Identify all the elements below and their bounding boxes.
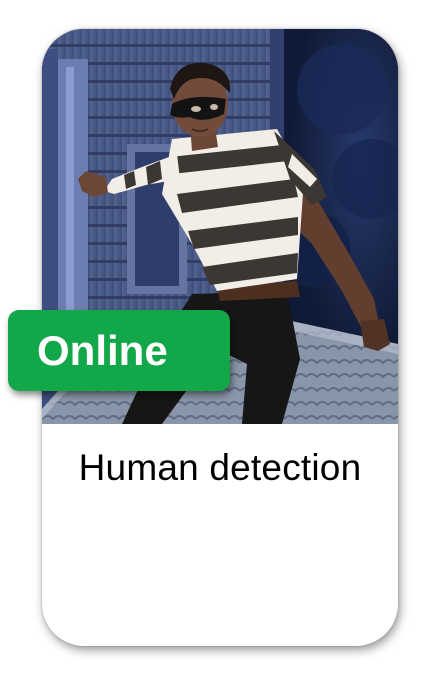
page: Human detection Online — [0, 0, 430, 685]
detection-title: Human detection — [78, 447, 362, 488]
online-status-badge: Online — [8, 310, 230, 391]
